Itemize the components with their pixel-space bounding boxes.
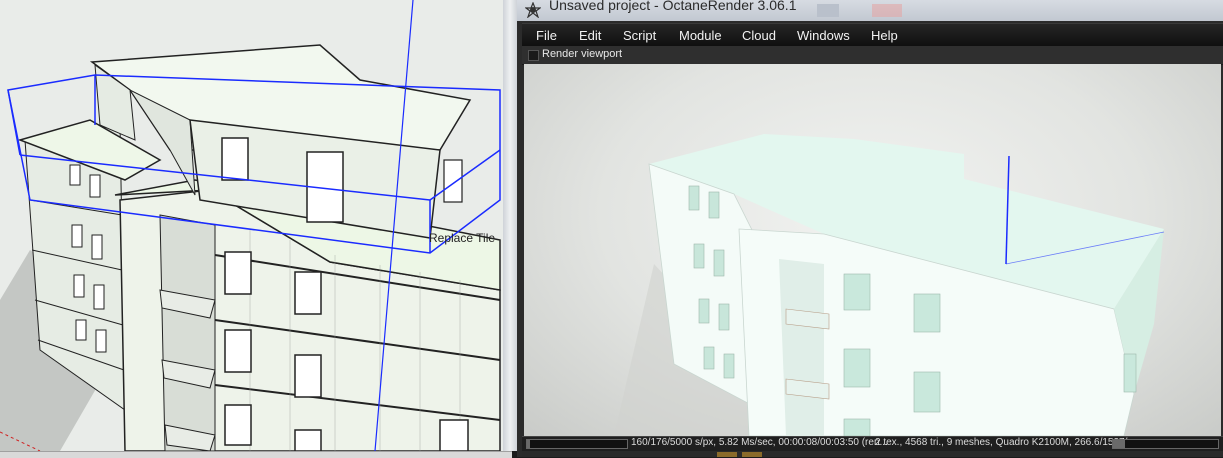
menu-cloud[interactable]: Cloud — [742, 28, 776, 43]
render-statusbar: 160/176/5000 s/px, 5.82 Ms/sec, 00:00:08… — [522, 436, 1223, 451]
menu-help[interactable]: Help — [871, 28, 898, 43]
render-progress-fill — [527, 440, 530, 448]
panel-checkbox[interactable] — [528, 50, 539, 61]
window-title: Unsaved project - OctaneRender 3.06.1 — [549, 0, 797, 13]
building-wireframe-model[interactable] — [0, 0, 503, 451]
scene-stats-text: 2 tex., 4568 tri., 9 meshes, Quadro K210… — [875, 437, 1136, 448]
titlebar-decoration — [817, 4, 839, 17]
replace-tile-tooltip: Replace Tile — [429, 231, 496, 245]
toolbar-button[interactable] — [742, 452, 762, 457]
menu-script[interactable]: Script — [623, 28, 656, 43]
modeling-viewport[interactable]: Replace Tile — [0, 0, 504, 451]
titlebar-decoration — [872, 4, 902, 17]
menu-file[interactable]: File — [536, 28, 557, 43]
menubar: File Edit Script Module Cloud Windows He… — [522, 23, 1223, 47]
menu-edit[interactable]: Edit — [579, 28, 601, 43]
toolbar-button[interactable] — [717, 452, 737, 457]
memory-usage-fill — [1113, 440, 1125, 448]
menu-module[interactable]: Module — [679, 28, 722, 43]
rendered-building — [614, 134, 1165, 436]
render-viewport-header: Render viewport — [522, 46, 1223, 65]
window-divider — [503, 0, 517, 451]
bottom-toolbar — [522, 451, 1223, 457]
render-progress-bar — [526, 439, 628, 449]
octane-logo-icon — [525, 2, 541, 18]
menu-windows[interactable]: Windows — [797, 28, 850, 43]
memory-usage-bar — [1112, 439, 1219, 449]
render-viewport-title: Render viewport — [542, 48, 623, 60]
octane-window: Unsaved project - OctaneRender 3.06.1 Fi… — [517, 0, 1223, 457]
render-viewport[interactable] — [524, 64, 1221, 436]
render-stats-text: 160/176/5000 s/px, 5.82 Ms/sec, 00:00:08… — [631, 437, 888, 448]
window-titlebar[interactable]: Unsaved project - OctaneRender 3.06.1 — [517, 0, 1223, 21]
